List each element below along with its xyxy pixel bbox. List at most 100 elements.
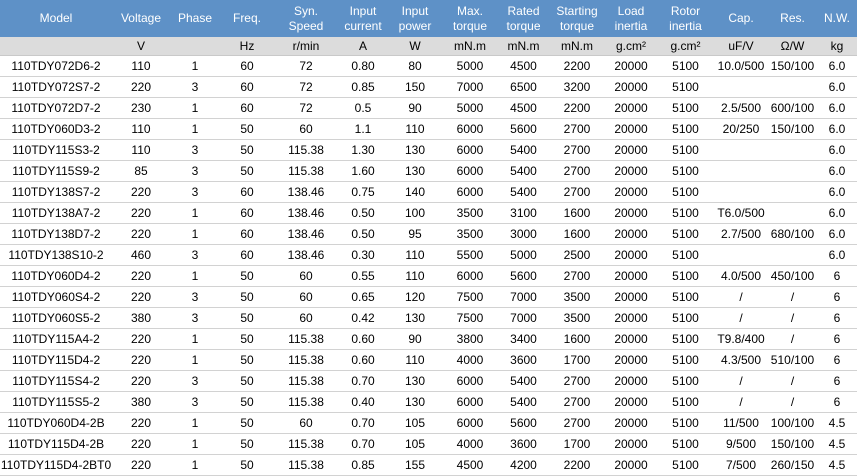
table-cell (714, 181, 768, 203)
table-cell: 130 (388, 370, 442, 392)
table-cell: 1 (170, 223, 220, 245)
table-cell: 100 (388, 202, 442, 224)
column-header: Input current (338, 0, 388, 37)
column-unit: g.cm² (605, 37, 657, 56)
table-cell: 220 (112, 412, 170, 434)
table-cell (768, 244, 817, 266)
table-cell: 115.38 (274, 454, 338, 476)
table-cell: 220 (112, 76, 170, 98)
table-cell: 60 (274, 118, 338, 140)
table-cell: 72 (274, 97, 338, 119)
column-header: Voltage (112, 0, 170, 37)
table-cell: 2700 (549, 139, 605, 161)
table-cell: 20000 (605, 244, 657, 266)
table-cell: 130 (388, 160, 442, 182)
table-cell (768, 202, 817, 224)
model-cell: 110TDY138S10-2 (0, 244, 112, 266)
table-cell: 115.38 (274, 370, 338, 392)
table-cell: 5000 (498, 244, 549, 266)
table-cell: 20000 (605, 349, 657, 371)
table-cell: 1600 (549, 223, 605, 245)
table-cell: 5400 (498, 370, 549, 392)
table-cell: / (714, 391, 768, 413)
table-cell: 6500 (498, 76, 549, 98)
table-cell: 4200 (498, 454, 549, 476)
table-cell: 6.0 (817, 76, 857, 98)
table-cell: 3 (170, 391, 220, 413)
table-cell: 6 (817, 391, 857, 413)
column-unit: g.cm² (657, 37, 714, 56)
table-cell: 1.30 (338, 139, 388, 161)
table-cell: 6000 (442, 412, 498, 434)
table-cell: / (768, 307, 817, 329)
table-cell: 5100 (657, 202, 714, 224)
table-cell: 6.0 (817, 118, 857, 140)
table-cell: / (768, 286, 817, 308)
table-cell: 2700 (549, 370, 605, 392)
table-cell: 130 (388, 391, 442, 413)
table-cell: 72 (274, 76, 338, 98)
table-cell: 3 (170, 139, 220, 161)
table-cell: 6.0 (817, 181, 857, 203)
table-cell: 6000 (442, 391, 498, 413)
table-cell: 6.0 (817, 244, 857, 266)
table-cell: 0.55 (338, 265, 388, 287)
table-row: 110TDY072D7-2 230 1 60 72 0.5 90 5000 4500 2200 20… (0, 97, 857, 119)
table-cell: 7500 (442, 307, 498, 329)
column-unit (0, 37, 112, 56)
table-cell: 0.85 (338, 76, 388, 98)
table-cell: 20000 (605, 286, 657, 308)
table-cell: 1 (170, 97, 220, 119)
table-cell: 115.38 (274, 433, 338, 455)
table-cell: 20000 (605, 370, 657, 392)
table-cell: 60 (274, 307, 338, 329)
table-cell: 60 (274, 286, 338, 308)
table-cell: 138.46 (274, 244, 338, 266)
column-header: Rated torque (498, 0, 549, 37)
table-cell: 60 (220, 244, 274, 266)
table-cell: 7000 (498, 286, 549, 308)
table-cell: 150/100 (768, 55, 817, 77)
table-cell: 5100 (657, 244, 714, 266)
model-cell: 110TDY060D3-2 (0, 118, 112, 140)
table-cell: 3600 (498, 433, 549, 455)
table-cell: 2.7/500 (714, 223, 768, 245)
table-cell: 60 (220, 223, 274, 245)
table-cell: 50 (220, 349, 274, 371)
column-unit: mN.m (442, 37, 498, 56)
table-cell: 3 (170, 160, 220, 182)
table-cell: 50 (220, 265, 274, 287)
table-cell: 4.5 (817, 454, 857, 476)
table-cell: 0.65 (338, 286, 388, 308)
table-cell: 3 (170, 76, 220, 98)
column-header: Input power (388, 0, 442, 37)
table-cell: 110 (388, 244, 442, 266)
table-cell: 1 (170, 55, 220, 77)
column-header: Load inertia (605, 0, 657, 37)
table-row: 110TDY060D4-2B 220 1 50 60 0.70 105 6000 5600 270… (0, 412, 857, 434)
table-cell: 4.0/500 (714, 265, 768, 287)
table-cell: 5000 (442, 97, 498, 119)
table-cell: 1600 (549, 202, 605, 224)
table-cell: 450/100 (768, 265, 817, 287)
table-cell: 7000 (442, 76, 498, 98)
table-cell: 6.0 (817, 160, 857, 182)
table-cell: 50 (220, 286, 274, 308)
table-row: 110TDY115D4-2 220 1 50 115.38 0.60 110 4000 3600… (0, 349, 857, 371)
column-header: N.W. (817, 0, 857, 37)
column-unit: W (388, 37, 442, 56)
table-cell: 220 (112, 286, 170, 308)
table-cell: 3200 (549, 76, 605, 98)
table-cell: 3400 (498, 328, 549, 350)
model-cell: 110TDY115S4-2 (0, 370, 112, 392)
table-cell: 2700 (549, 412, 605, 434)
model-cell: 110TDY072D7-2 (0, 97, 112, 119)
table-cell: 3500 (549, 307, 605, 329)
table-cell: 5600 (498, 412, 549, 434)
table-cell: 2200 (549, 454, 605, 476)
table-cell: 1 (170, 118, 220, 140)
column-header: Freq. (220, 0, 274, 37)
table-cell: 5100 (657, 307, 714, 329)
table-cell: 1 (170, 265, 220, 287)
table-cell: 140 (388, 181, 442, 203)
